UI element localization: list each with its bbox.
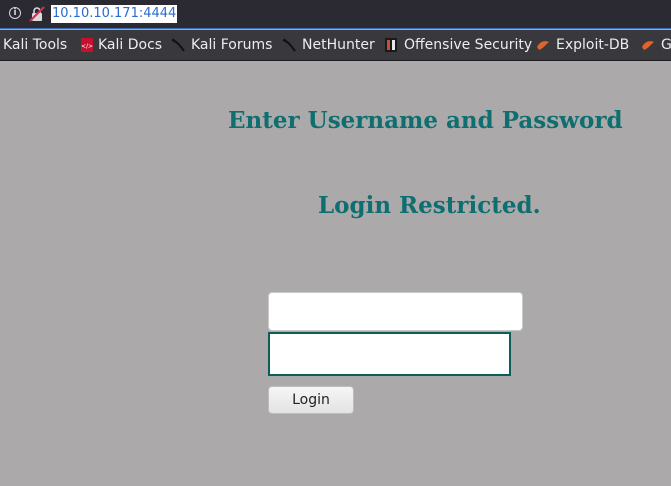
kali-dragon-icon	[171, 38, 185, 52]
bookmark-label: NetHunter	[302, 37, 375, 53]
exploit-db-icon	[537, 41, 549, 50]
exploit-db-icon	[642, 41, 654, 50]
info-icon[interactable]: i	[9, 7, 21, 19]
bookmark-label: Kali Forums	[191, 37, 273, 53]
url-text[interactable]: 10.10.10.171:4444	[51, 5, 178, 23]
password-input[interactable]	[268, 332, 511, 376]
username-input[interactable]	[268, 292, 523, 331]
bookmark-label: Offensive Security	[404, 37, 533, 53]
login-button[interactable]: Login	[268, 386, 354, 414]
url-bar[interactable]: i 10.10.10.171:4444	[0, 0, 671, 29]
svg-text:</>: </>	[81, 43, 93, 50]
bookmark-label: Kali Docs	[98, 37, 163, 53]
bookmark-label: Kali Tools	[3, 37, 68, 53]
bookmarks-toolbar: Kali Tools </> Kali Docs Kali Forums Net…	[0, 30, 671, 61]
kali-docs-icon: </>	[81, 38, 93, 52]
bookmark-label: G	[661, 37, 671, 53]
login-restricted-text: Login Restricted.	[318, 192, 541, 219]
insecure-lock-icon[interactable]	[29, 6, 45, 22]
page-heading: Enter Username and Password	[228, 107, 623, 134]
kali-dragon-icon	[282, 38, 296, 52]
bookmark-label: Exploit-DB	[556, 37, 630, 53]
offsec-icon	[385, 38, 397, 52]
